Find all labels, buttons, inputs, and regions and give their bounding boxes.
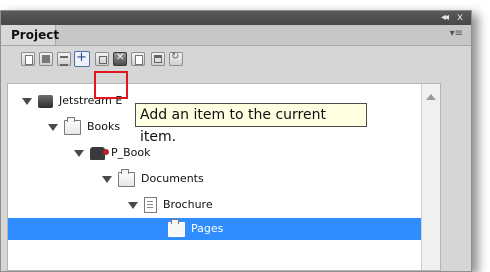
tree-item-books[interactable]: Books bbox=[48, 116, 120, 138]
properties-icon bbox=[60, 56, 68, 66]
document-icon bbox=[25, 55, 33, 65]
folder-icon bbox=[168, 218, 185, 237]
tree-item-pages[interactable]: Pages bbox=[8, 218, 422, 240]
folder-icon bbox=[64, 116, 81, 135]
database-icon bbox=[38, 94, 53, 108]
tooltip: Add an item to the current item. bbox=[135, 103, 367, 145]
view-button[interactable] bbox=[151, 52, 165, 66]
expand-toggle-icon[interactable] bbox=[74, 149, 84, 157]
expand-toggle-icon[interactable] bbox=[48, 123, 58, 131]
tree-item-label: Books bbox=[87, 120, 121, 133]
tab-project[interactable]: Project bbox=[1, 25, 59, 45]
open-item-button[interactable] bbox=[21, 52, 35, 66]
delete-button[interactable]: ✕ bbox=[113, 52, 127, 66]
page-icon bbox=[135, 55, 143, 65]
page-icon bbox=[144, 197, 157, 213]
folder-icon bbox=[118, 168, 135, 187]
refresh-button[interactable]: ↻ bbox=[169, 51, 183, 66]
tree-item-brochure[interactable]: Brochure bbox=[128, 194, 213, 216]
highlight-frame bbox=[94, 71, 128, 99]
properties-button[interactable] bbox=[57, 52, 71, 66]
disk-icon bbox=[42, 55, 50, 63]
tree-item-label: Brochure bbox=[163, 198, 213, 211]
new-page-button[interactable] bbox=[131, 52, 145, 66]
plus-icon: + bbox=[76, 50, 87, 65]
vertical-scrollbar[interactable] bbox=[421, 84, 440, 270]
collapse-panel-icon[interactable]: ◂◂ bbox=[441, 11, 449, 25]
tree-item-documents[interactable]: Documents bbox=[102, 168, 204, 190]
delete-icon: ✕ bbox=[116, 52, 125, 63]
panel-menu-icon[interactable]: ▾≡ bbox=[450, 28, 463, 39]
panel-tabbar: Project ▾≡ bbox=[1, 25, 471, 46]
tree-item-label: Pages bbox=[191, 222, 224, 235]
refresh-icon: ↻ bbox=[171, 51, 180, 62]
expand-toggle-icon[interactable] bbox=[22, 97, 32, 105]
copy-icon bbox=[99, 56, 107, 64]
save-button[interactable] bbox=[39, 52, 53, 66]
window-icon bbox=[154, 55, 162, 63]
expand-toggle-icon[interactable] bbox=[102, 175, 112, 183]
scroll-up-arrow-icon[interactable] bbox=[426, 94, 436, 100]
copy-button[interactable] bbox=[95, 52, 109, 66]
book-icon bbox=[90, 146, 109, 160]
close-panel-icon[interactable]: x bbox=[457, 11, 463, 25]
add-item-button[interactable]: + bbox=[74, 51, 90, 67]
tree-item-label: Documents bbox=[141, 172, 204, 185]
panel-title-strip: ◂◂ x bbox=[1, 11, 471, 25]
expand-toggle-icon[interactable] bbox=[128, 201, 138, 209]
panel-toolbar: + ✕ ↻ bbox=[1, 46, 471, 72]
project-panel: ◂◂ x Project ▾≡ + ✕ ↻ Jetstream E Books bbox=[0, 10, 472, 272]
